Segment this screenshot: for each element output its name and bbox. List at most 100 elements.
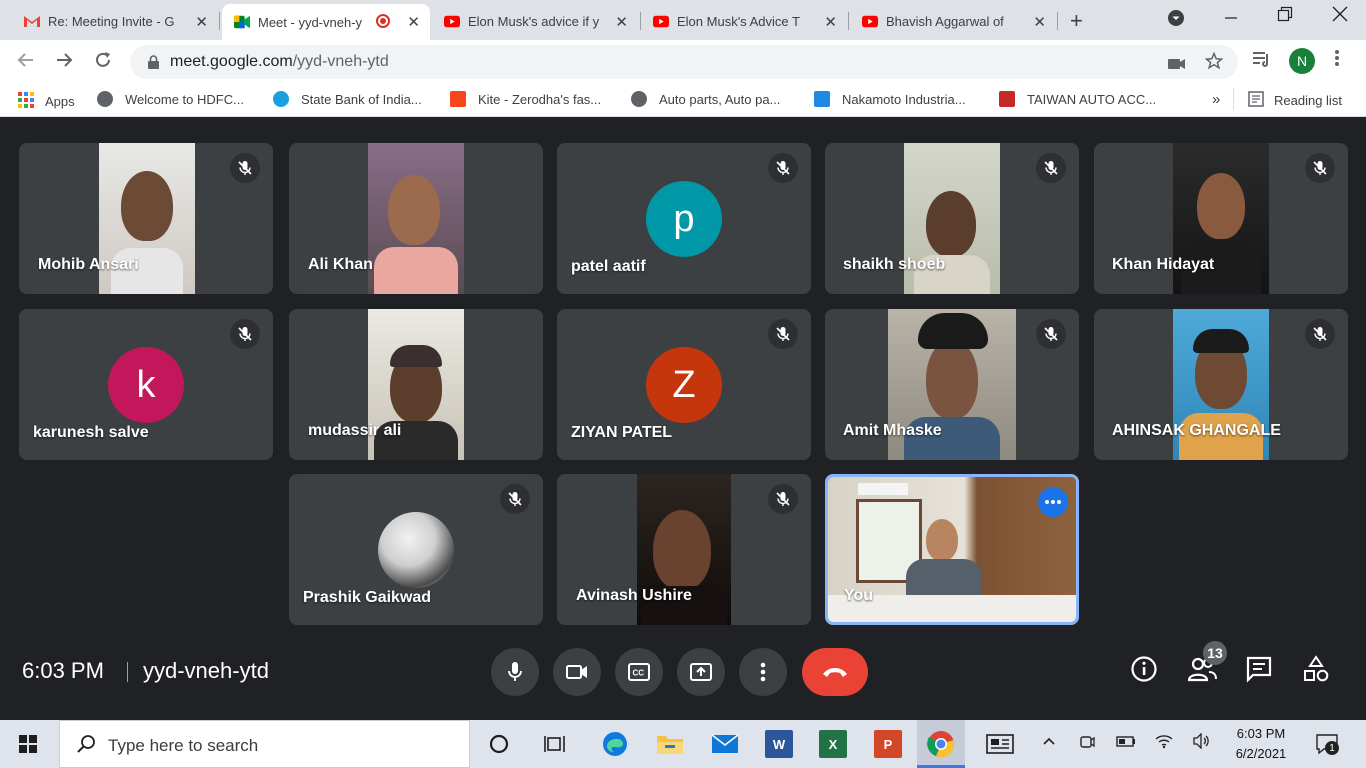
- tab-youtube-1[interactable]: Elon Musk's advice if y ✕: [432, 4, 638, 38]
- meet-now-icon[interactable]: [1079, 734, 1095, 753]
- participant-name: mudassir ali: [308, 422, 402, 439]
- taskbar-search-box[interactable]: Type here to search: [59, 720, 470, 768]
- present-screen-button[interactable]: [677, 648, 725, 696]
- reload-icon[interactable]: [93, 50, 113, 76]
- participant-name: AHINSAK GHANGALE: [1112, 422, 1281, 439]
- tab-strip: Re: Meeting Invite - G ✕ Meet - yyd-vneh…: [0, 0, 1366, 40]
- cortana-icon[interactable]: [485, 730, 513, 758]
- participant-tile[interactable]: Amit Mhaske: [825, 309, 1079, 460]
- url-text[interactable]: meet.google.com/yyd-vneh-ytd: [170, 53, 389, 71]
- meeting-time: 6:03 PM: [22, 658, 104, 683]
- close-tab-icon[interactable]: ✕: [407, 13, 420, 31]
- back-icon[interactable]: [16, 50, 36, 76]
- mic-off-icon: [1305, 319, 1335, 349]
- address-bar[interactable]: meet.google.com/yyd-vneh-ytd: [130, 45, 1238, 79]
- volume-icon[interactable]: [1192, 732, 1210, 752]
- participant-tile[interactable]: AHINSAK GHANGALE: [1094, 309, 1348, 460]
- participant-tile[interactable]: shaikh shoeb: [825, 143, 1079, 294]
- tab-youtube-2[interactable]: Elon Musk's Advice T ✕: [641, 4, 847, 38]
- close-tab-icon[interactable]: ✕: [824, 13, 837, 31]
- participant-tile[interactable]: p patel aatif: [557, 143, 811, 294]
- browser-menu-icon[interactable]: [1334, 49, 1340, 72]
- browser-toolbar: meet.google.com/yyd-vneh-ytd N: [0, 40, 1366, 84]
- bookmark-nakamoto[interactable]: Nakamoto Industria...: [814, 91, 966, 107]
- bookmarks-overflow[interactable]: »: [1212, 91, 1220, 108]
- captions-button[interactable]: CC: [615, 648, 663, 696]
- battery-icon[interactable]: [1116, 734, 1136, 751]
- nakamoto-icon: [814, 91, 830, 107]
- youtube-icon: [862, 13, 878, 29]
- close-tab-icon[interactable]: ✕: [615, 13, 628, 31]
- lock-icon[interactable]: [148, 55, 159, 74]
- bookmark-sbi[interactable]: State Bank of India...: [273, 91, 422, 107]
- reading-list-button[interactable]: Reading list: [1248, 91, 1342, 110]
- notification-center-icon[interactable]: 1: [1316, 732, 1340, 756]
- participant-tile[interactable]: k karunesh salve: [19, 309, 273, 460]
- tab-meet[interactable]: Meet - yyd-vneh-ytd ✕: [222, 4, 430, 40]
- meeting-details-icon[interactable]: [1130, 655, 1158, 688]
- meet-call-area: Mohib Ansari Ali Khan p patel aatif shai…: [0, 117, 1366, 720]
- participant-tile[interactable]: Mohib Ansari: [19, 143, 273, 294]
- bookmark-hdfc[interactable]: Welcome to HDFC...: [97, 91, 244, 107]
- windows-start-icon[interactable]: [16, 732, 40, 756]
- bookmark-star-icon[interactable]: [1204, 51, 1224, 75]
- participant-tile[interactable]: mudassir ali: [289, 309, 543, 460]
- svg-text:CC: CC: [633, 669, 645, 678]
- participant-name: patel aatif: [571, 258, 646, 275]
- activities-icon[interactable]: [1302, 655, 1330, 688]
- camera-button[interactable]: [553, 648, 601, 696]
- tab-title: Elon Musk's Advice T: [677, 13, 800, 29]
- end-call-button[interactable]: [802, 648, 868, 696]
- tab-separator: [848, 12, 849, 30]
- show-hidden-icons-icon[interactable]: [1042, 733, 1056, 749]
- microphone-button[interactable]: [491, 648, 539, 696]
- apps-grid-icon: [17, 91, 35, 112]
- more-options-icon[interactable]: [739, 648, 787, 696]
- clock-time: 6:03 PM: [1236, 726, 1286, 741]
- self-view-tile[interactable]: You: [825, 474, 1079, 625]
- restore-icon[interactable]: [1277, 6, 1293, 27]
- mail-icon[interactable]: [711, 730, 739, 758]
- chat-icon[interactable]: [1245, 655, 1273, 688]
- edge-icon[interactable]: [601, 730, 629, 758]
- participant-tile[interactable]: Avinash Ushire: [557, 474, 811, 625]
- participant-tile[interactable]: Ali Khan: [289, 143, 543, 294]
- media-control-icon[interactable]: [1252, 50, 1272, 73]
- news-widget-icon[interactable]: [986, 730, 1014, 758]
- close-tab-icon[interactable]: ✕: [1033, 13, 1046, 31]
- participant-tile[interactable]: Khan Hidayat: [1094, 143, 1348, 294]
- reading-list-label: Reading list: [1274, 93, 1342, 108]
- forward-icon[interactable]: [54, 50, 74, 76]
- recording-icon: [376, 14, 390, 28]
- tab-search-icon[interactable]: [1167, 9, 1185, 32]
- excel-icon[interactable]: X: [819, 730, 847, 758]
- participant-tile[interactable]: Prashik Gaikwad: [289, 474, 543, 625]
- close-window-icon[interactable]: [1332, 6, 1348, 27]
- participant-tile[interactable]: Z ZIYAN PATEL: [557, 309, 811, 460]
- bookmark-kite[interactable]: Kite - Zerodha's fas...: [450, 91, 601, 107]
- tab-gmail[interactable]: Re: Meeting Invite - G ✕: [12, 4, 218, 38]
- windows-taskbar: Type here to search W X P 6:03 PM 6/2/20…: [0, 720, 1366, 768]
- new-tab-button[interactable]: +: [1070, 8, 1083, 34]
- powerpoint-icon[interactable]: P: [874, 730, 902, 758]
- url-path: /yyd-vneh-ytd: [292, 53, 389, 70]
- bookmark-apps[interactable]: Apps: [17, 91, 75, 112]
- close-tab-icon[interactable]: ✕: [195, 13, 208, 31]
- tab-youtube-3[interactable]: Bhavish Aggarwal of ✕: [850, 4, 1056, 38]
- more-options-button[interactable]: [1038, 487, 1068, 517]
- word-icon[interactable]: W: [765, 730, 793, 758]
- profile-avatar[interactable]: N: [1289, 48, 1315, 74]
- search-placeholder: Type here to search: [108, 736, 259, 755]
- camera-in-use-icon[interactable]: [1168, 55, 1186, 75]
- mic-off-icon: [230, 153, 260, 183]
- task-view-icon[interactable]: [542, 730, 570, 758]
- bookmark-taiwan[interactable]: TAIWAN AUTO ACC...: [999, 91, 1156, 107]
- youtube-icon: [444, 13, 460, 29]
- file-explorer-icon[interactable]: [656, 730, 684, 758]
- chrome-icon[interactable]: [927, 730, 955, 758]
- bookmark-autoparts[interactable]: Auto parts, Auto pa...: [631, 91, 780, 107]
- minimize-icon[interactable]: [1224, 6, 1238, 25]
- wifi-icon[interactable]: [1155, 733, 1173, 752]
- taskbar-clock[interactable]: 6:03 PM 6/2/2021: [1228, 724, 1294, 764]
- bookmark-label: Auto parts, Auto pa...: [659, 91, 781, 107]
